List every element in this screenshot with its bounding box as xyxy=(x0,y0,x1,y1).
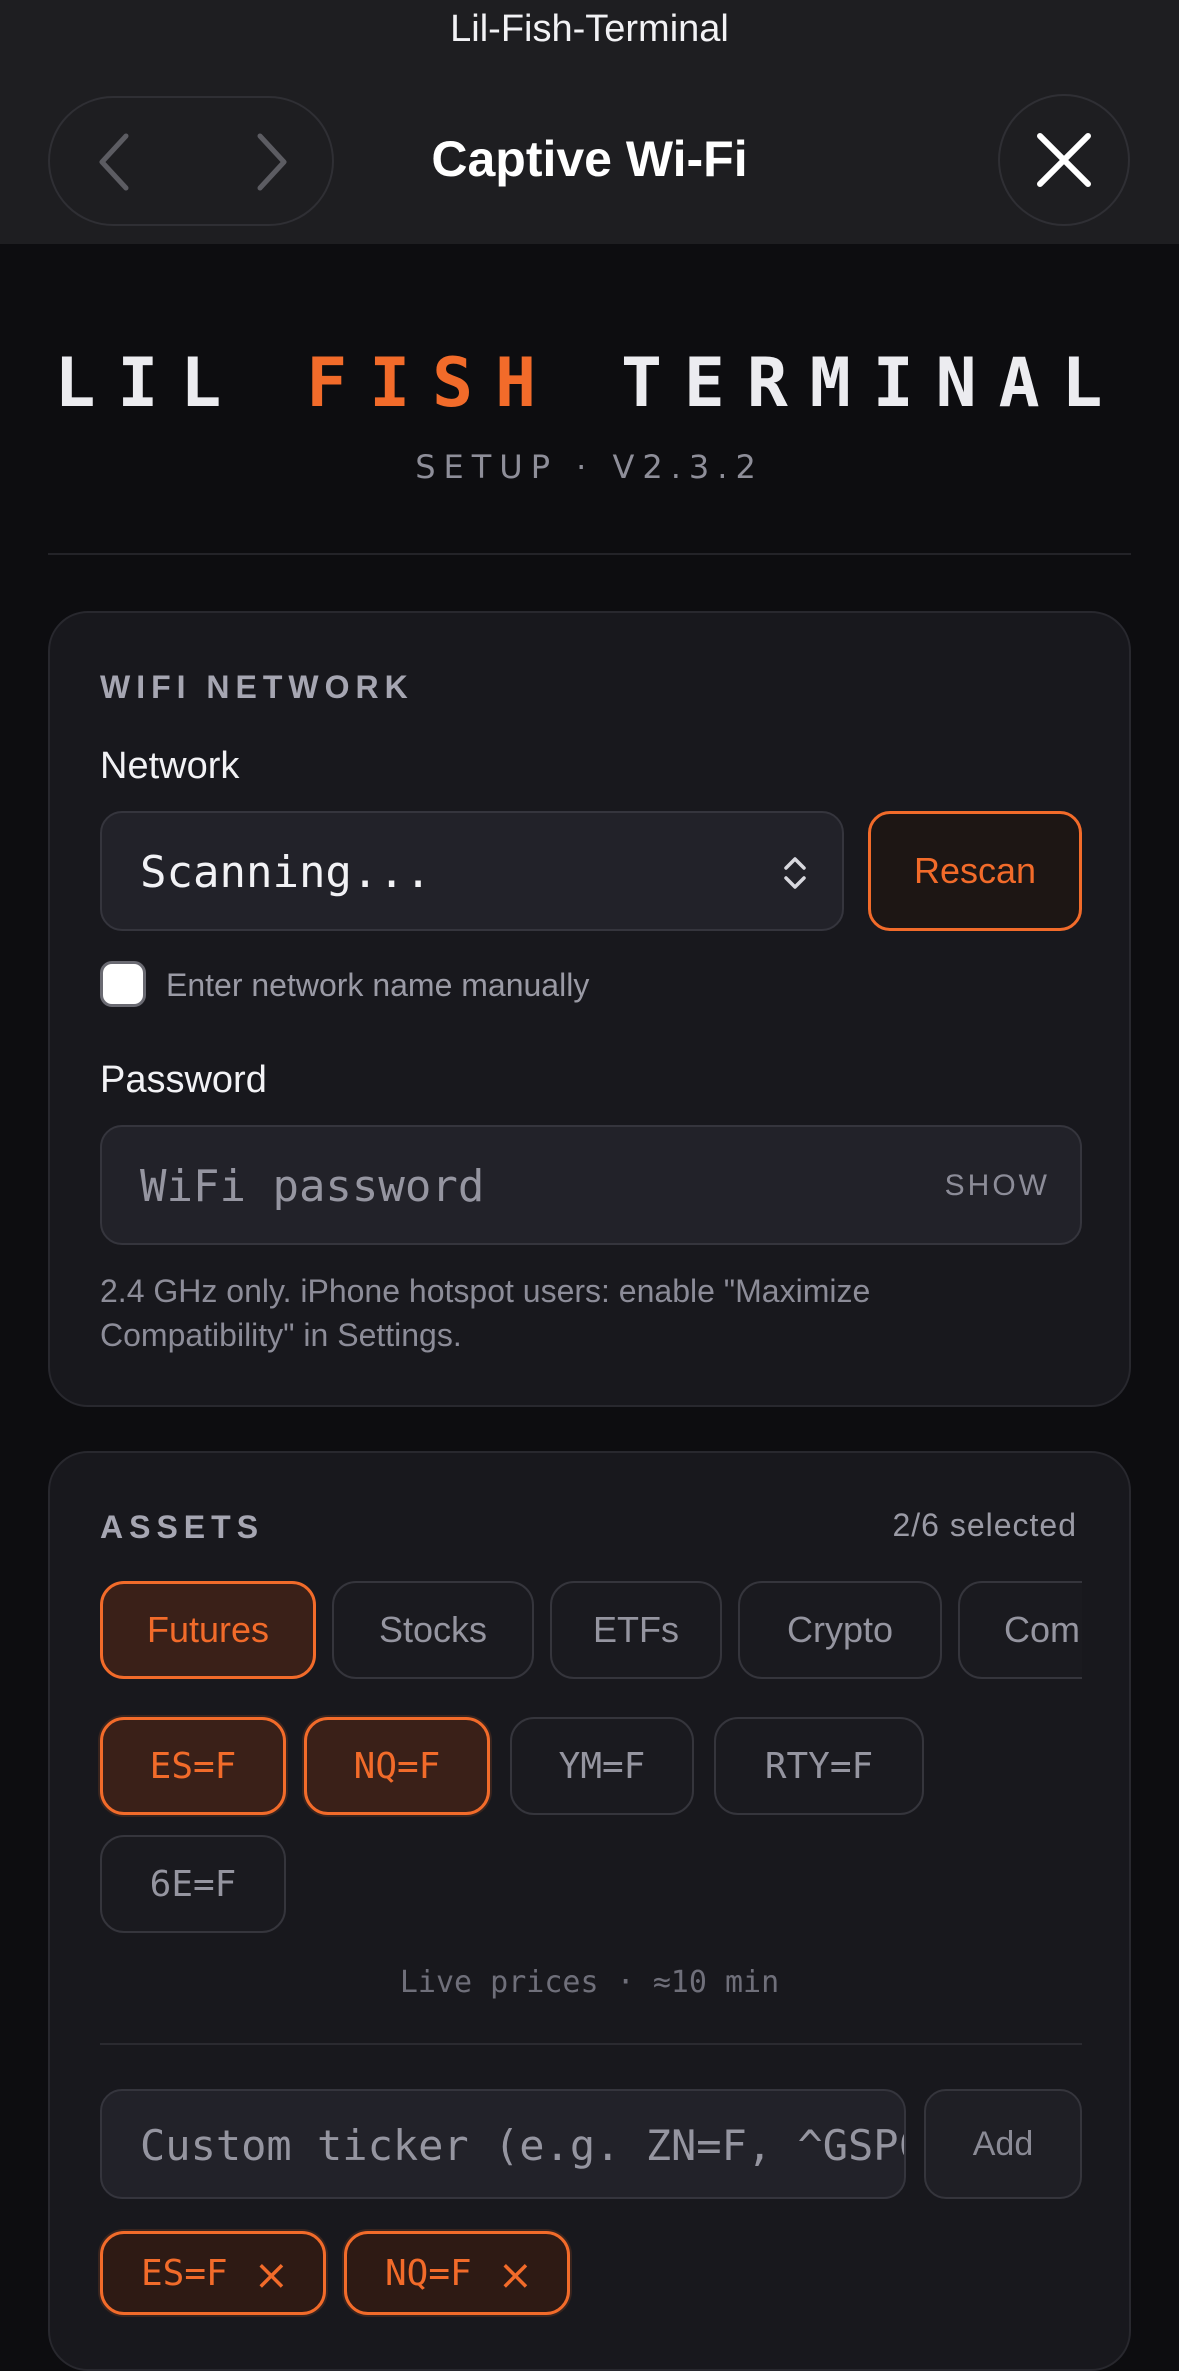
header-divider xyxy=(48,553,1131,555)
tab-etfs[interactable]: ETFs xyxy=(550,1581,722,1679)
wifi-section-label: WIFI NETWORK xyxy=(100,669,414,705)
live-prices-note: Live prices · ≈10 min xyxy=(399,1965,780,2000)
assets-divider xyxy=(100,2043,1082,2045)
rescan-button[interactable]: Rescan xyxy=(868,811,1082,931)
remove-ticker-icon[interactable]: × xyxy=(498,2250,533,2299)
network-label: Network xyxy=(100,745,240,787)
brand-title: LIL FISH TERMINAL xyxy=(0,344,1179,423)
brand-terminal: TERMINAL xyxy=(620,344,1125,423)
select-chevrons-icon xyxy=(784,857,806,889)
manual-network-checkbox[interactable] xyxy=(100,961,146,1007)
wifi-hint: 2.4 GHz only. iPhone hotspot users: enab… xyxy=(100,1273,871,1353)
remove-ticker-icon[interactable]: × xyxy=(254,2250,289,2299)
tab-crypto[interactable]: Crypto xyxy=(738,1581,942,1679)
network-select[interactable]: Scanning... xyxy=(100,811,844,931)
manual-network-label: Enter network name manually xyxy=(166,967,590,1003)
category-tabs: Futures Stocks ETFs Crypto Comm xyxy=(100,1581,1082,1681)
add-ticker-button[interactable]: Add xyxy=(924,2089,1082,2199)
assets-card: ASSETS 2/6 selected Futures Stocks ETFs … xyxy=(48,1451,1131,2371)
close-button[interactable] xyxy=(998,94,1130,226)
tab-commodities[interactable]: Comm xyxy=(958,1581,1082,1679)
selected-ticker-es: ES=F × xyxy=(100,2231,326,2315)
version-subtitle: SETUP · V2.3.2 xyxy=(415,448,764,486)
brand-fish: FISH xyxy=(306,344,559,423)
ticker-chip-es[interactable]: ES=F xyxy=(100,1717,286,1815)
ticker-chip-nq[interactable]: NQ=F xyxy=(304,1717,490,1815)
password-input[interactable]: WiFi password SHOW xyxy=(100,1125,1082,1245)
ticker-chip-ym[interactable]: YM=F xyxy=(510,1717,694,1815)
custom-ticker-placeholder: Custom ticker (e.g. ZN=F, ^GSPC) xyxy=(140,2121,906,2170)
selected-ticker-label: ES=F xyxy=(141,2252,228,2294)
custom-ticker-input[interactable]: Custom ticker (e.g. ZN=F, ^GSPC) xyxy=(100,2089,906,2199)
tab-stocks[interactable]: Stocks xyxy=(332,1581,534,1679)
wifi-card: WIFI NETWORK Network Scanning... Rescan … xyxy=(48,611,1131,1407)
browser-toolbar: Lil-Fish-Terminal Captive Wi-Fi xyxy=(0,0,1179,244)
brand-lil: LIL xyxy=(54,344,244,423)
selected-ticker-label: NQ=F xyxy=(385,2252,472,2294)
password-label: Password xyxy=(100,1059,267,1101)
selected-ticker-nq: NQ=F × xyxy=(344,2231,570,2315)
assets-section-label: ASSETS xyxy=(100,1509,265,1545)
ticker-chip-6e[interactable]: 6E=F xyxy=(100,1835,286,1933)
selected-count: 2/6 selected xyxy=(892,1507,1077,1543)
show-password-button[interactable]: SHOW xyxy=(945,1169,1050,1203)
ticker-chip-rty[interactable]: RTY=F xyxy=(714,1717,924,1815)
network-select-value: Scanning... xyxy=(140,847,432,898)
tab-futures[interactable]: Futures xyxy=(100,1581,316,1679)
password-placeholder: WiFi password xyxy=(140,1161,485,1212)
app-name: Lil-Fish-Terminal xyxy=(450,8,729,50)
close-icon xyxy=(1037,133,1091,187)
